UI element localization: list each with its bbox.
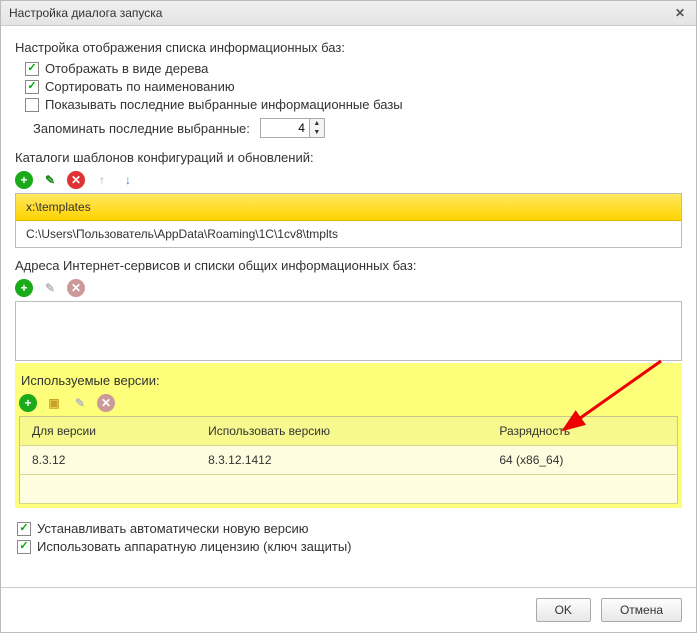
checkbox-label: Показывать последние выбранные информаци… xyxy=(45,97,403,112)
dialog-footer: OK Отмена xyxy=(1,587,696,632)
checkbox-tree-view[interactable]: Отображать в виде дерева xyxy=(25,61,682,76)
checkbox-icon xyxy=(17,522,31,536)
internet-label: Адреса Интернет-сервисов и списки общих … xyxy=(15,258,682,273)
remember-label: Запоминать последние выбранные: xyxy=(33,121,250,136)
edit-icon[interactable]: ✎ xyxy=(41,171,59,189)
delete-icon: ✕ xyxy=(97,394,115,412)
internet-list[interactable] xyxy=(15,301,682,361)
checkbox-label: Сортировать по наименованию xyxy=(45,79,235,94)
checkbox-icon xyxy=(25,80,39,94)
table-row[interactable] xyxy=(20,475,678,504)
spinner-down-icon[interactable]: ▼ xyxy=(310,128,324,137)
internet-toolbar: + ✎ ✕ xyxy=(15,279,682,297)
checkbox-icon xyxy=(25,62,39,76)
cell-for-version: 8.3.12 xyxy=(20,446,197,475)
delete-icon[interactable]: ✕ xyxy=(67,171,85,189)
add-icon[interactable]: + xyxy=(15,279,33,297)
list-item[interactable]: C:\Users\Пользователь\AppData\Roaming\1C… xyxy=(16,221,681,247)
move-up-icon[interactable]: ↑ xyxy=(93,171,111,189)
col-use-version: Использовать версию xyxy=(196,417,487,446)
remember-count-spinner[interactable]: ▲ ▼ xyxy=(260,118,325,138)
add-icon[interactable]: + xyxy=(15,171,33,189)
add-icon[interactable]: + xyxy=(19,394,37,412)
table-row[interactable]: 8.3.12 8.3.12.1412 64 (x86_64) xyxy=(20,446,678,475)
versions-section: Используемые версии: + ▣ ✎ ✕ Для версии … xyxy=(15,363,682,508)
window-title: Настройка диалога запуска xyxy=(9,6,162,20)
checkbox-auto-update[interactable]: Устанавливать автоматически новую версию xyxy=(17,521,682,536)
remember-row: Запоминать последние выбранные: ▲ ▼ xyxy=(33,118,682,138)
close-icon[interactable]: ✕ xyxy=(672,5,688,21)
checkbox-icon xyxy=(17,540,31,554)
list-item[interactable]: x:\templates xyxy=(16,194,681,221)
remember-count-input[interactable] xyxy=(261,119,309,137)
titlebar: Настройка диалога запуска ✕ xyxy=(1,1,696,26)
versions-table: Для версии Использовать версию Разряднос… xyxy=(19,416,678,504)
checkbox-sort-by-name[interactable]: Сортировать по наименованию xyxy=(25,79,682,94)
cancel-button[interactable]: Отмена xyxy=(601,598,682,622)
col-for-version: Для версии xyxy=(20,417,197,446)
templates-toolbar: + ✎ ✕ ↑ ↓ xyxy=(15,171,682,189)
edit-icon: ✎ xyxy=(71,394,89,412)
spinner-up-icon[interactable]: ▲ xyxy=(310,119,324,128)
checkbox-hw-license[interactable]: Использовать аппаратную лицензию (ключ з… xyxy=(17,539,682,554)
checkbox-label: Устанавливать автоматически новую версию xyxy=(37,521,309,536)
content-area: Настройка отображения списка информацион… xyxy=(1,26,696,587)
dialog-window: Настройка диалога запуска ✕ Настройка от… xyxy=(0,0,697,633)
templates-list[interactable]: x:\templates C:\Users\Пользователь\AppDa… xyxy=(15,193,682,248)
cell-bitness: 64 (x86_64) xyxy=(487,446,677,475)
move-down-icon[interactable]: ↓ xyxy=(119,171,137,189)
checkbox-label: Использовать аппаратную лицензию (ключ з… xyxy=(37,539,352,554)
cell-use-version: 8.3.12.1412 xyxy=(196,446,487,475)
checkbox-show-recent[interactable]: Показывать последние выбранные информаци… xyxy=(25,97,682,112)
delete-icon: ✕ xyxy=(67,279,85,297)
versions-toolbar: + ▣ ✎ ✕ xyxy=(19,394,678,412)
ok-button[interactable]: OK xyxy=(536,598,591,622)
edit-icon: ✎ xyxy=(41,279,59,297)
templates-label: Каталоги шаблонов конфигураций и обновле… xyxy=(15,150,682,165)
folder-icon[interactable]: ▣ xyxy=(45,394,63,412)
versions-label: Используемые версии: xyxy=(21,373,678,388)
col-bitness: Разрядность xyxy=(487,417,677,446)
checkbox-icon xyxy=(25,98,39,112)
checkbox-label: Отображать в виде дерева xyxy=(45,61,208,76)
display-section-label: Настройка отображения списка информацион… xyxy=(15,40,682,55)
